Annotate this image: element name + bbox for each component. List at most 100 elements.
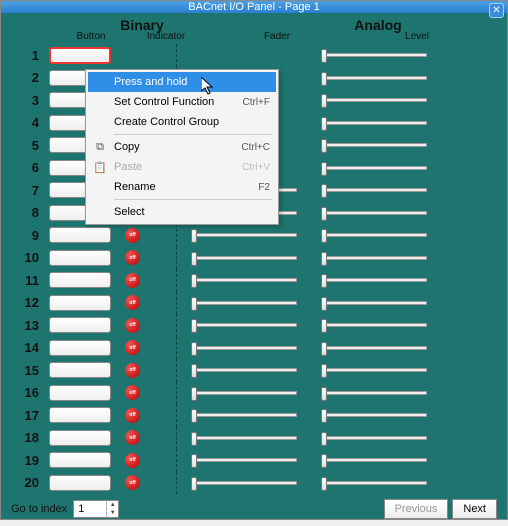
binary-button[interactable] [49, 250, 111, 266]
binary-button[interactable] [49, 272, 111, 288]
level-slider[interactable] [321, 188, 427, 192]
slider-thumb[interactable] [191, 432, 197, 446]
slider-thumb[interactable] [321, 477, 327, 491]
level-slider[interactable] [321, 481, 427, 485]
spinner-down-icon[interactable]: ▼ [107, 509, 118, 517]
level-slider[interactable] [321, 436, 427, 440]
binary-button[interactable] [49, 385, 111, 401]
spinner-up-icon[interactable]: ▲ [107, 501, 118, 509]
binary-button[interactable] [49, 430, 111, 446]
slider-thumb[interactable] [321, 274, 327, 288]
binary-button[interactable] [49, 475, 111, 491]
slider-thumb[interactable] [321, 184, 327, 198]
fader-slider[interactable] [191, 278, 297, 282]
slider-thumb[interactable] [321, 387, 327, 401]
binary-button[interactable] [49, 47, 111, 64]
slider-thumb[interactable] [321, 297, 327, 311]
slider-thumb[interactable] [191, 297, 197, 311]
level-slider[interactable] [321, 143, 427, 147]
binary-button[interactable] [49, 317, 111, 333]
fader-slider[interactable] [191, 346, 297, 350]
fader-slider[interactable] [191, 233, 297, 237]
slider-thumb[interactable] [191, 387, 197, 401]
title-bar[interactable]: BACnet I/O Panel - Page 1 ✕ [1, 1, 507, 13]
slider-thumb[interactable] [191, 409, 197, 423]
level-slider[interactable] [321, 211, 427, 215]
row-number: 14 [11, 340, 49, 355]
slider-thumb[interactable] [321, 162, 327, 176]
slider-thumb[interactable] [321, 139, 327, 153]
row-number: 18 [11, 430, 49, 445]
index-spinner[interactable]: 1 ▲ ▼ [73, 500, 119, 518]
fader-slider[interactable] [191, 323, 297, 327]
fader-slider[interactable] [191, 413, 297, 417]
binary-button[interactable] [49, 340, 111, 356]
column-divider [176, 247, 177, 270]
row: 20off [11, 472, 497, 495]
slider-thumb[interactable] [321, 432, 327, 446]
slider-thumb[interactable] [191, 342, 197, 356]
menu-item[interactable]: Press and hold [88, 72, 276, 92]
level-slider[interactable] [321, 121, 427, 125]
row-number: 4 [11, 115, 49, 130]
slider-thumb[interactable] [321, 364, 327, 378]
fader-slider[interactable] [191, 301, 297, 305]
fader-slider[interactable] [191, 436, 297, 440]
level-slider[interactable] [321, 346, 427, 350]
menu-item[interactable]: Create Control Group [88, 112, 276, 132]
slider-thumb[interactable] [321, 49, 327, 63]
slider-thumb[interactable] [321, 117, 327, 131]
slider-thumb[interactable] [191, 454, 197, 468]
level-slider[interactable] [321, 98, 427, 102]
slider-thumb[interactable] [321, 342, 327, 356]
fader-slider[interactable] [191, 481, 297, 485]
level-slider[interactable] [321, 301, 427, 305]
level-slider[interactable] [321, 53, 427, 57]
slider-thumb[interactable] [191, 252, 197, 266]
row: 12off [11, 292, 497, 315]
binary-button[interactable] [49, 295, 111, 311]
menu-item[interactable]: Set Control FunctionCtrl+F [88, 92, 276, 112]
menu-item[interactable]: Select [88, 202, 276, 222]
slider-thumb[interactable] [321, 229, 327, 243]
column-divider [176, 472, 177, 495]
slider-thumb[interactable] [191, 319, 197, 333]
slider-thumb[interactable] [321, 252, 327, 266]
level-slider[interactable] [321, 256, 427, 260]
next-button[interactable]: Next [452, 499, 497, 519]
level-slider[interactable] [321, 233, 427, 237]
level-slider[interactable] [321, 166, 427, 170]
level-slider[interactable] [321, 278, 427, 282]
slider-thumb[interactable] [191, 477, 197, 491]
level-slider[interactable] [321, 368, 427, 372]
previous-button[interactable]: Previous [384, 499, 449, 519]
fader-slider[interactable] [191, 391, 297, 395]
level-slider[interactable] [321, 413, 427, 417]
binary-button[interactable] [49, 227, 111, 243]
level-slider[interactable] [321, 323, 427, 327]
spinner-arrows[interactable]: ▲ ▼ [106, 501, 118, 517]
fader-slider[interactable] [191, 458, 297, 462]
menu-item[interactable]: ⧉CopyCtrl+C [88, 137, 276, 157]
level-slider[interactable] [321, 458, 427, 462]
binary-button[interactable] [49, 452, 111, 468]
slider-thumb[interactable] [321, 319, 327, 333]
fader-slider[interactable] [191, 256, 297, 260]
fader-slider[interactable] [191, 368, 297, 372]
level-slider[interactable] [321, 76, 427, 80]
slider-thumb[interactable] [321, 454, 327, 468]
slider-thumb[interactable] [321, 207, 327, 221]
binary-button[interactable] [49, 362, 111, 378]
slider-thumb[interactable] [191, 229, 197, 243]
slider-thumb[interactable] [191, 274, 197, 288]
binary-button[interactable] [49, 407, 111, 423]
slider-thumb[interactable] [321, 409, 327, 423]
slider-thumb[interactable] [191, 364, 197, 378]
context-menu[interactable]: Press and holdSet Control FunctionCtrl+F… [85, 69, 279, 225]
slider-thumb[interactable] [321, 94, 327, 108]
menu-item-label: Select [114, 206, 145, 218]
menu-item[interactable]: RenameF2 [88, 177, 276, 197]
row: 10off [11, 247, 497, 270]
level-slider[interactable] [321, 391, 427, 395]
slider-thumb[interactable] [321, 72, 327, 86]
